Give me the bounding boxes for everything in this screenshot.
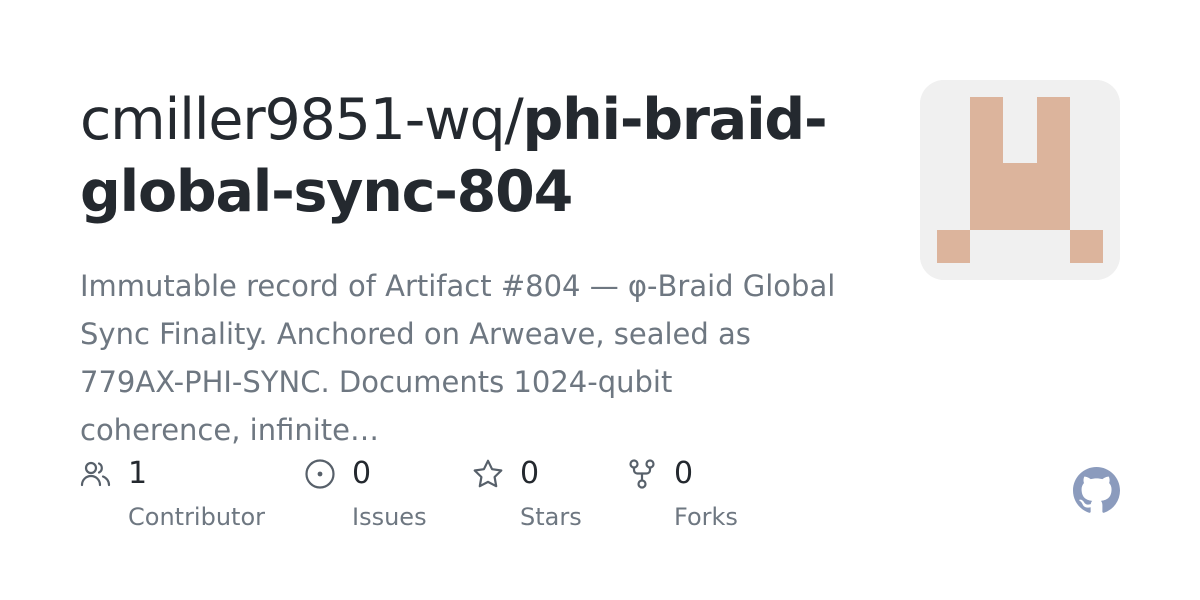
forks-count: 0 [674, 456, 694, 491]
social-preview-card: cmiller9851-wq/phi-braid-global-sync-804… [0, 0, 1200, 600]
owner-avatar [920, 80, 1120, 280]
issues-count: 0 [352, 456, 372, 491]
github-logo-icon [1073, 467, 1120, 514]
forks-label: Forks [674, 503, 738, 531]
repo-forked-icon [626, 458, 658, 490]
issues-label: Issues [352, 503, 427, 531]
people-icon [80, 458, 112, 490]
repo-owner: cmiller9851-wq/ [80, 87, 524, 153]
identicon-image [920, 80, 1120, 280]
repo-stats: 1 Contributor 0 Issues 0 Stars 0 Forks [80, 454, 840, 544]
issue-opened-icon [304, 458, 336, 490]
star-icon [472, 458, 504, 490]
contributors-count: 1 [128, 456, 148, 491]
repo-description: Immutable record of Artifact #804 — φ-Br… [80, 269, 836, 447]
contributors-label: Contributor [128, 503, 266, 531]
repo-title: cmiller9851-wq/phi-braid-global-sync-804 [80, 84, 870, 228]
stars-count: 0 [520, 456, 540, 491]
stars-label: Stars [520, 503, 582, 531]
